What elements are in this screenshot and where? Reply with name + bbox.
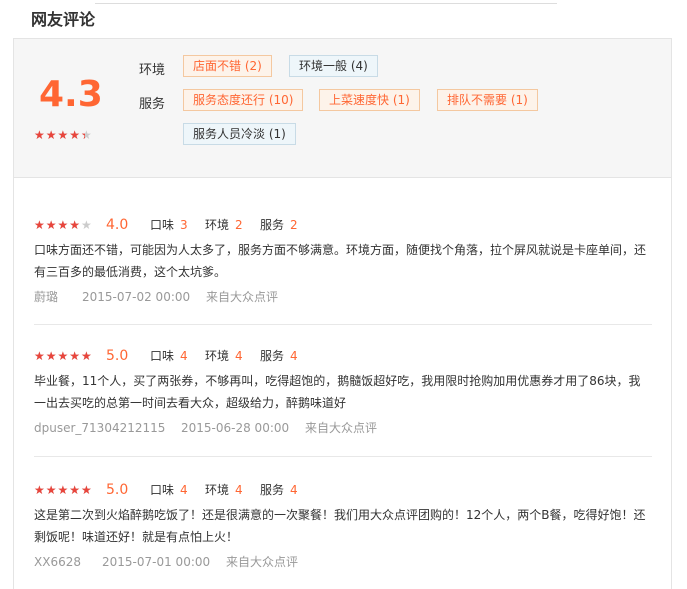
service-score: 服务 4 — [260, 480, 298, 500]
taste-label: 口味 — [150, 483, 175, 497]
review-item: ★★★★★ ★★★★★ 5.0 口味 4 环境 4 服务 4 毕业餐，11个人，买了两… — [34, 346, 652, 438]
star-icons-filled: ★★★★★ — [34, 484, 93, 496]
review-header: ★★★★★ ★★★★★ 5.0 口味 4 环境 4 服务 4 — [34, 480, 652, 500]
review-header: ★★★★★ ★★★★★ 5.0 口味 4 环境 4 服务 4 — [34, 346, 652, 366]
review-divider — [34, 324, 652, 325]
review-item: ★★★★★ ★★★★★ 4.0 口味 3 环境 2 服务 2 口味方面还不错，可能因为… — [34, 215, 652, 307]
service-value: 2 — [290, 218, 298, 232]
service-score: 服务 4 — [260, 346, 298, 366]
review-stars: ★★★★★ ★★★★★ — [34, 219, 93, 231]
env-sub-label: 环境 — [205, 218, 230, 232]
taste-label: 口味 — [150, 218, 175, 232]
review-header: ★★★★★ ★★★★★ 4.0 口味 3 环境 2 服务 2 — [34, 215, 652, 235]
service-score: 服务 2 — [260, 215, 298, 235]
env-sub-label: 环境 — [205, 349, 230, 363]
review-meta: 蔚璐 2015-07-02 00:00 来自大众点评 — [34, 287, 652, 307]
service-label: 服务 — [139, 97, 166, 112]
review-score: 4.0 — [106, 217, 129, 233]
taste-score: 口味 4 — [150, 480, 188, 500]
taste-score: 口味 3 — [150, 215, 188, 235]
env-sub-label: 环境 — [205, 483, 230, 497]
review-date: 2015-07-02 00:00 — [82, 290, 191, 304]
review-divider — [34, 456, 652, 457]
taste-value: 3 — [180, 218, 188, 232]
star-icons-filled: ★★★★★ — [34, 129, 85, 141]
star-icons-filled: ★★★★★ — [34, 219, 82, 231]
taste-value: 4 — [180, 483, 188, 497]
review-source: 来自大众点评 — [305, 421, 378, 435]
section-title: 网友评论 — [31, 10, 96, 29]
review-meta: XX6628 2015-07-01 00:00 来自大众点评 — [34, 552, 652, 572]
overall-stars: ★★★★★ ★★★★★ — [34, 129, 93, 141]
review-text: 这是第二次到火焰醉鹅吃饭了！还是很满意的一次聚餐！我们用大众点评团购的！12个人… — [34, 508, 646, 544]
env-value: 4 — [235, 483, 243, 497]
service-tag[interactable]: 排队不需要 (1) — [437, 89, 538, 111]
env-tag[interactable]: 店面不错 (2) — [183, 55, 272, 77]
service-sub-label: 服务 — [260, 218, 285, 232]
review-score: 5.0 — [106, 482, 129, 498]
service-sub-label: 服务 — [260, 483, 285, 497]
env-score: 环境 4 — [205, 480, 243, 500]
star-icons-filled: ★★★★★ — [34, 350, 93, 362]
env-label: 环境 — [139, 63, 166, 78]
review-date: 2015-07-01 00:00 — [102, 555, 211, 569]
service-value: 4 — [290, 483, 298, 497]
review-user[interactable]: XX6628 — [34, 552, 81, 572]
service-value: 4 — [290, 349, 298, 363]
reviews-panel: 4.3 ★★★★★ ★★★★★ 环境 店面不错 (2) 环境一般 (4) 服务 … — [13, 38, 672, 589]
review-user[interactable]: 蔚璐 — [34, 287, 58, 307]
service-tag[interactable]: 上菜速度快 (1) — [319, 89, 420, 111]
review-source: 来自大众点评 — [206, 290, 279, 304]
taste-label: 口味 — [150, 349, 175, 363]
rating-summary: 4.3 ★★★★★ ★★★★★ 环境 店面不错 (2) 环境一般 (4) 服务 … — [14, 39, 671, 178]
review-text: 口味方面还不错，可能因为人太多了，服务方面不够满意。环境方面，随便找个角落，拉个… — [34, 243, 647, 279]
review-source: 来自大众点评 — [226, 555, 299, 569]
env-score: 环境 2 — [205, 215, 243, 235]
review-meta: dpuser_71304212115 2015-06-28 00:00 来自大众… — [34, 418, 652, 438]
top-divider — [95, 0, 557, 4]
review-date: 2015-06-28 00:00 — [181, 421, 290, 435]
review-item: ★★★★★ ★★★★★ 5.0 口味 4 环境 4 服务 4 这是第二次到火焰醉鹅吃饭… — [34, 480, 652, 572]
review-text: 毕业餐，11个人，买了两张券，不够再叫，吃得超饱的，鹅髓饭超好吃，我用限时抢购加… — [34, 374, 641, 410]
service-tag[interactable]: 服务人员冷淡 (1) — [183, 123, 296, 145]
env-value: 4 — [235, 349, 243, 363]
taste-score: 口味 4 — [150, 346, 188, 366]
review-stars: ★★★★★ ★★★★★ — [34, 350, 93, 362]
env-value: 2 — [235, 218, 243, 232]
review-stars: ★★★★★ ★★★★★ — [34, 484, 93, 496]
overall-score: 4.3 — [39, 74, 103, 115]
service-sub-label: 服务 — [260, 349, 285, 363]
review-score: 5.0 — [106, 348, 129, 364]
review-user[interactable]: dpuser_71304212115 — [34, 418, 165, 438]
service-tag[interactable]: 服务态度还行 (10) — [183, 89, 304, 111]
env-tag[interactable]: 环境一般 (4) — [289, 55, 378, 77]
taste-value: 4 — [180, 349, 188, 363]
env-score: 环境 4 — [205, 346, 243, 366]
